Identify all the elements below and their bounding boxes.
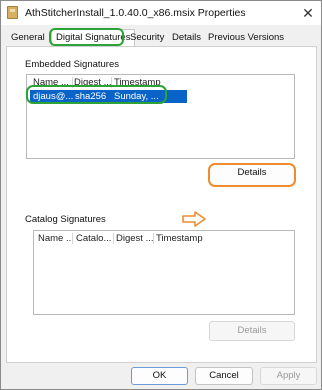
tab-details[interactable]: Details bbox=[168, 31, 205, 47]
column-header-catalog[interactable]: Catalo... bbox=[76, 233, 111, 245]
column-header-digest[interactable]: Digest ... bbox=[116, 233, 154, 245]
apply-button[interactable]: Apply bbox=[260, 367, 317, 385]
arrow-right-icon bbox=[182, 211, 206, 227]
tab-annotation-outline bbox=[49, 28, 124, 46]
column-divider[interactable] bbox=[72, 233, 73, 244]
embedded-details-button[interactable]: Details bbox=[208, 163, 296, 187]
properties-window: AthStitcherInstall_1.0.40.0_x86.msix Pro… bbox=[0, 0, 322, 390]
tab-security[interactable]: Security bbox=[126, 31, 168, 47]
tab-general[interactable]: General bbox=[7, 31, 49, 47]
close-button[interactable]: ✕ bbox=[299, 4, 317, 22]
catalog-details-button[interactable]: Details bbox=[209, 321, 295, 341]
cancel-button[interactable]: Cancel bbox=[195, 367, 253, 385]
embedded-signatures-label: Embedded Signatures bbox=[25, 59, 120, 70]
catalog-signatures-label: Catalog Signatures bbox=[25, 214, 106, 225]
window-title: AthStitcherInstall_1.0.40.0_x86.msix Pro… bbox=[25, 7, 246, 19]
package-icon bbox=[7, 6, 18, 19]
catalog-signatures-list[interactable]: Name ... Catalo... Digest ... Timestamp bbox=[33, 230, 295, 315]
column-divider[interactable] bbox=[153, 233, 154, 244]
ok-button[interactable]: OK bbox=[131, 367, 188, 385]
title-bar[interactable]: AthStitcherInstall_1.0.40.0_x86.msix Pro… bbox=[1, 1, 321, 25]
row-annotation-outline bbox=[26, 85, 167, 104]
column-header-name[interactable]: Name ... bbox=[38, 233, 74, 245]
tab-previous-versions[interactable]: Previous Versions bbox=[204, 31, 288, 47]
column-divider[interactable] bbox=[113, 233, 114, 244]
column-header-timestamp[interactable]: Timestamp bbox=[156, 233, 203, 245]
